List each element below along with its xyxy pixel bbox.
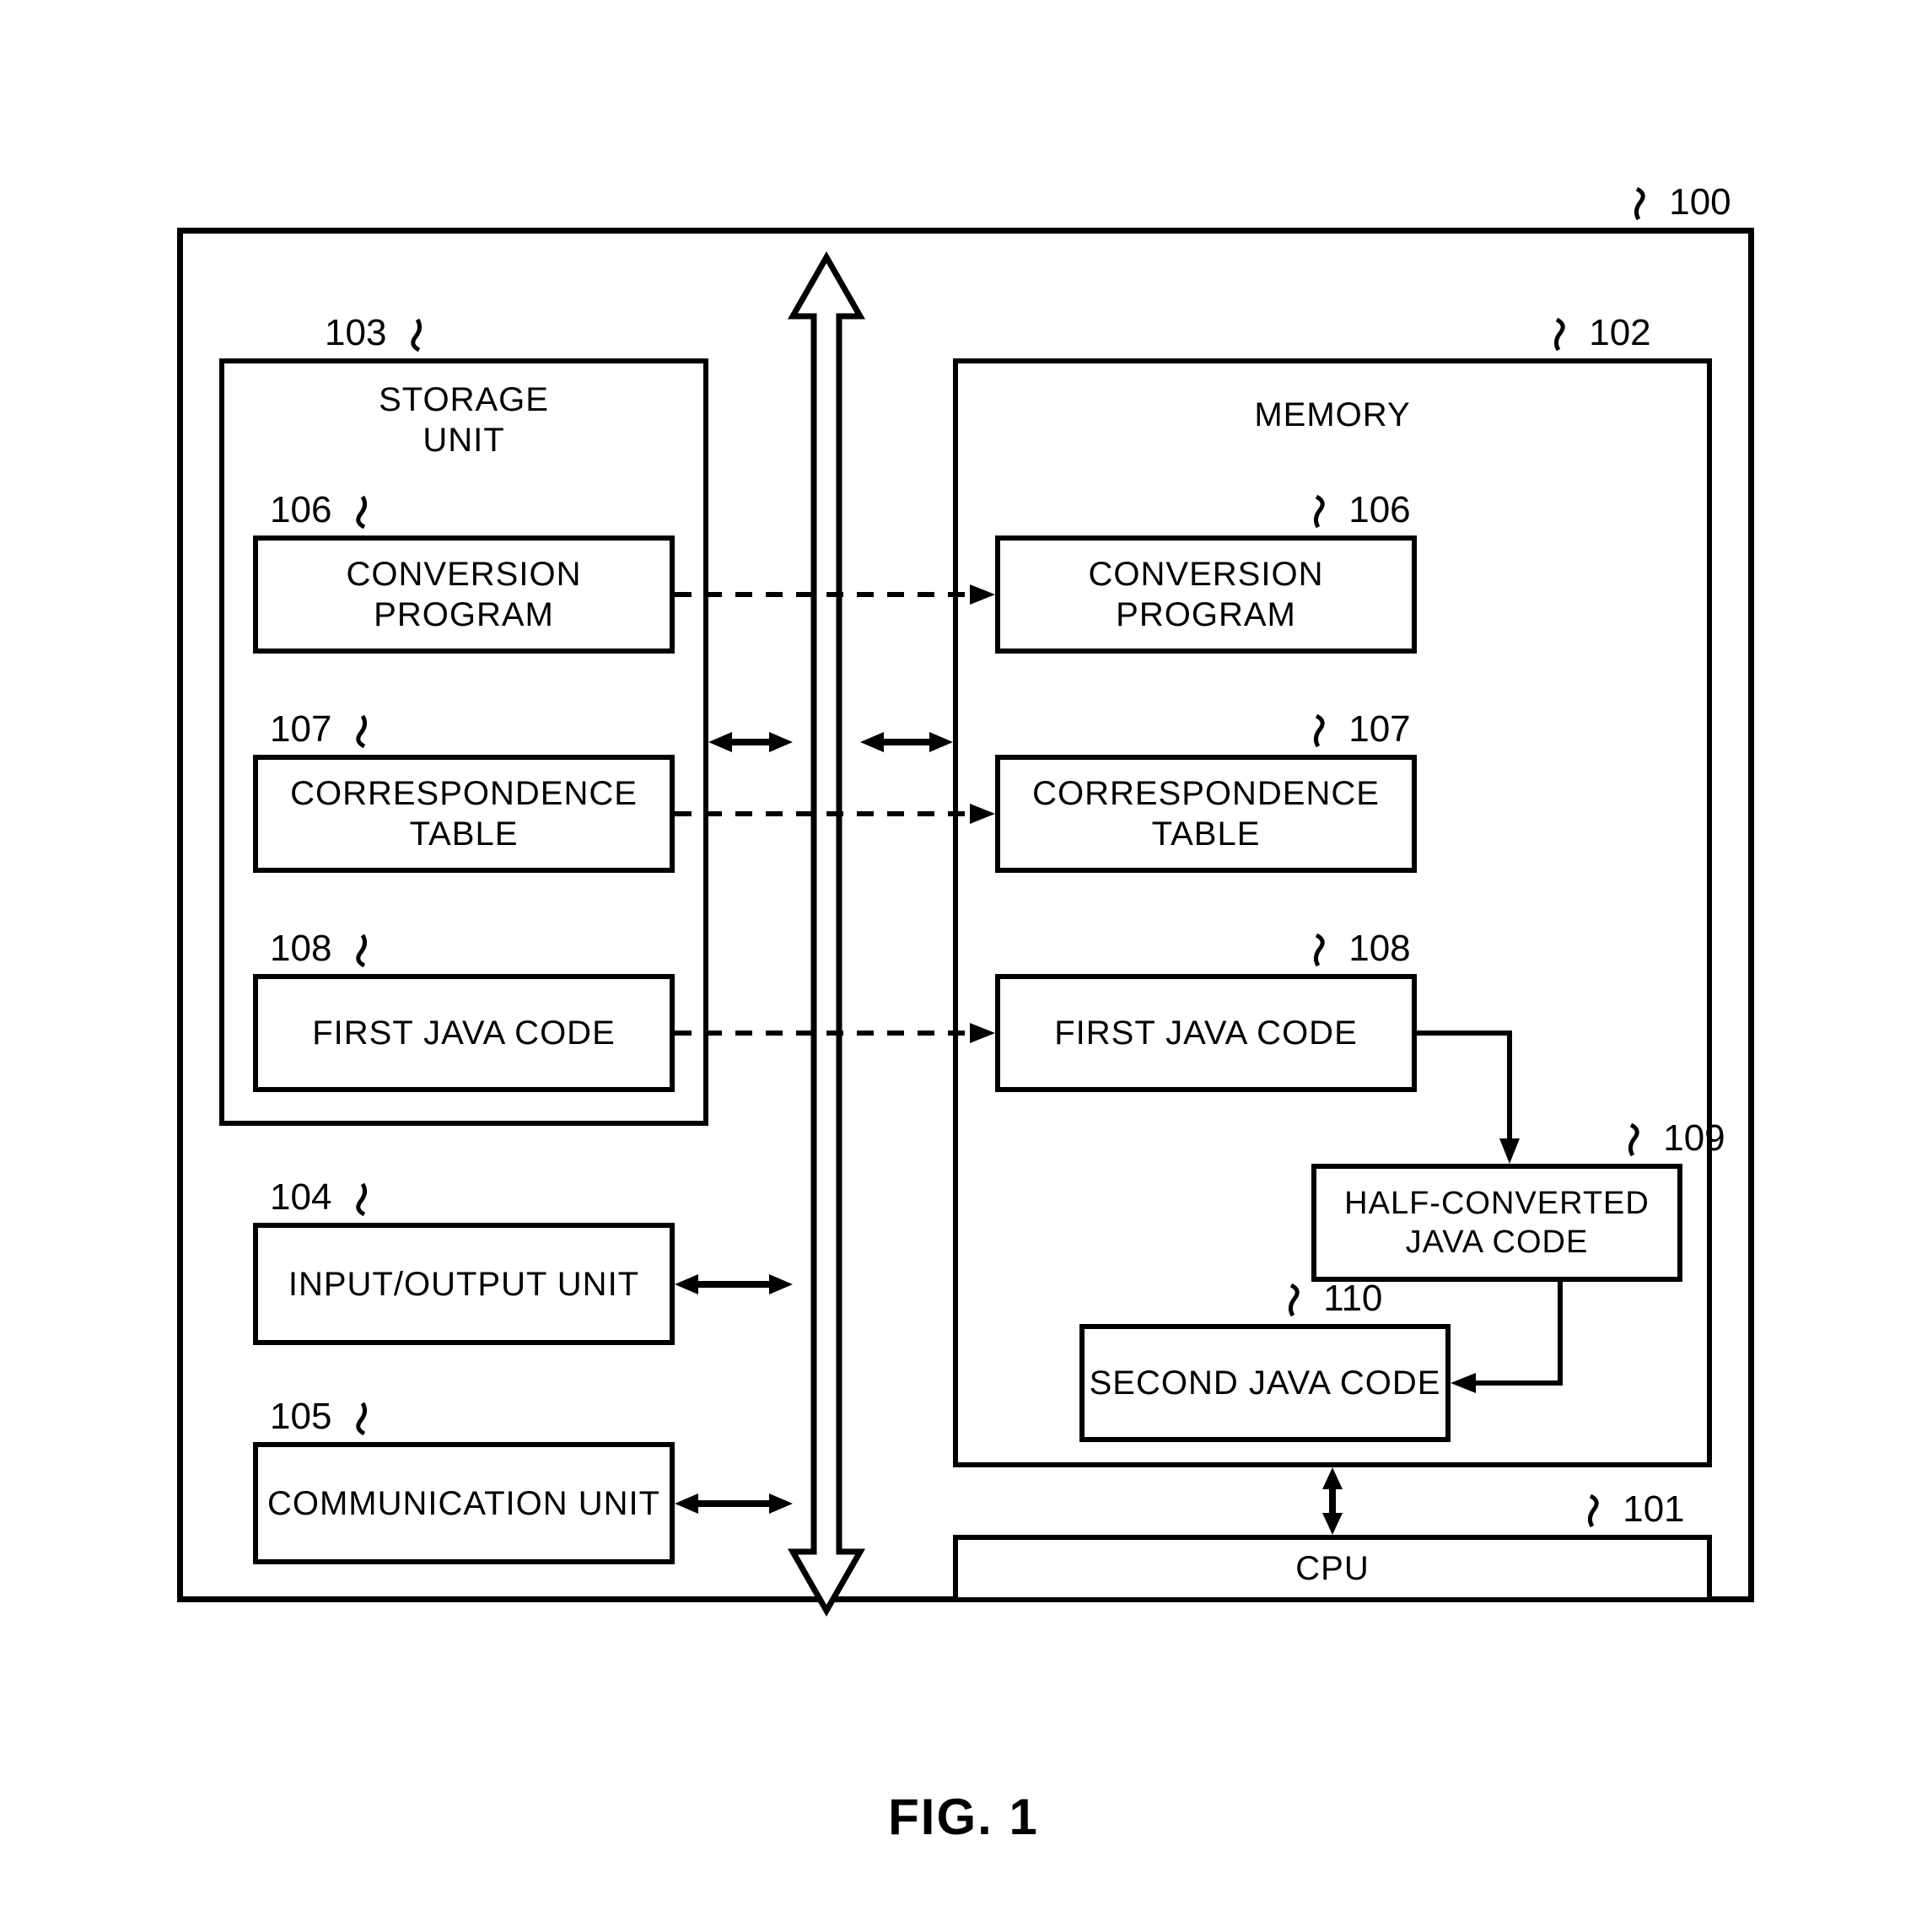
comm-unit-box: COMMUNICATION UNIT: [253, 1442, 675, 1564]
mem-first-java-label: FIRST JAVA CODE: [1054, 1013, 1358, 1053]
cpu-label: CPU: [1295, 1550, 1369, 1588]
ref-storage: 103: [325, 312, 424, 354]
ref-104: 104: [270, 1176, 369, 1219]
storage-first-java-label: FIRST JAVA CODE: [312, 1013, 616, 1053]
ref-mem-107: 107: [1311, 708, 1411, 751]
ref-110: 110: [1286, 1278, 1382, 1320]
mem-second-java-box: SECOND JAVA CODE: [1079, 1324, 1451, 1442]
mem-corr-table-label: CORRESPONDENCE TABLE: [1000, 773, 1412, 854]
ref-storage-106: 106: [270, 489, 369, 531]
ref-101: 101: [1585, 1488, 1685, 1531]
io-unit-box: INPUT/OUTPUT UNIT: [253, 1223, 675, 1345]
memory-title: MEMORY: [953, 396, 1712, 434]
ref-mem-108: 108: [1311, 928, 1411, 970]
mem-corr-table-box: CORRESPONDENCE TABLE: [995, 755, 1417, 873]
ref-memory: 102: [1552, 312, 1651, 354]
storage-conv-prog-box: CONVERSION PROGRAM: [253, 535, 675, 654]
storage-first-java-box: FIRST JAVA CODE: [253, 974, 675, 1092]
ref-105: 105: [270, 1396, 369, 1438]
io-unit-label: INPUT/OUTPUT UNIT: [288, 1264, 639, 1305]
ref-mem-106: 106: [1311, 489, 1411, 531]
mem-second-java-label: SECOND JAVA CODE: [1090, 1363, 1441, 1403]
mem-first-java-box: FIRST JAVA CODE: [995, 974, 1417, 1092]
comm-unit-label: COMMUNICATION UNIT: [267, 1483, 660, 1524]
storage-corr-table-box: CORRESPONDENCE TABLE: [253, 755, 675, 873]
mem-conv-prog-box: CONVERSION PROGRAM: [995, 535, 1417, 654]
ref-storage-107: 107: [270, 708, 369, 751]
ref-system: 100: [1632, 181, 1731, 223]
ref-109: 109: [1626, 1117, 1725, 1160]
figure-label: FIG. 1: [0, 1788, 1927, 1846]
cpu-box: CPU: [953, 1535, 1712, 1602]
storage-unit-title: STORAGE UNIT: [219, 379, 708, 460]
mem-conv-prog-label: CONVERSION PROGRAM: [1000, 554, 1412, 635]
storage-corr-table-label: CORRESPONDENCE TABLE: [258, 773, 670, 854]
diagram-stage: STORAGE UNIT CONVERSION PROGRAM CORRESPO…: [0, 0, 1927, 1932]
ref-storage-108: 108: [270, 928, 369, 970]
mem-half-conv-label: HALF-CONVERTED JAVA CODE: [1316, 1184, 1677, 1262]
mem-half-conv-box: HALF-CONVERTED JAVA CODE: [1311, 1164, 1682, 1282]
storage-conv-prog-label: CONVERSION PROGRAM: [258, 554, 670, 635]
